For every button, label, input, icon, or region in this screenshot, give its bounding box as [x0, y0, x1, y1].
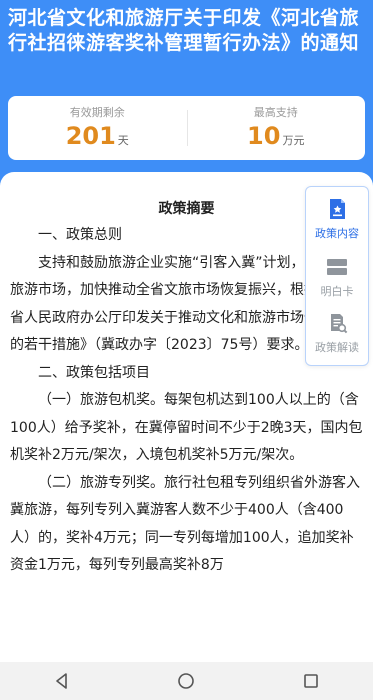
interpretation-icon [331, 314, 348, 334]
paragraph: （一）旅游包机奖。每架包机达到100人以上的（含100人）给予奖补，在冀停留时间… [10, 392, 363, 463]
tab-policy-content-label: 政策内容 [315, 227, 359, 240]
validity-label: 有效期剩余 [69, 106, 125, 119]
back-triangle-icon [56, 673, 67, 689]
max-support-label: 最高支持 [253, 106, 298, 119]
nav-home-button[interactable] [156, 662, 216, 700]
tab-policy-interpretation-label: 政策解读 [315, 341, 359, 354]
stats-card: 有效期剩余 201 天 最高支持 10 万元 [8, 96, 365, 160]
validity-unit: 天 [117, 134, 129, 147]
validity-value: 201 [65, 122, 116, 150]
page-title: 河北省文化和旅游厅关于印发《河北省旅行社招徕游客奖补管理暂行办法》的通知 [8, 7, 360, 54]
max-support-unit: 万元 [282, 134, 305, 147]
side-tab-panel: 政策内容 明白卡 政策解读 [305, 186, 369, 366]
tab-explainer-card-label: 明白卡 [320, 285, 354, 298]
max-support-value: 10 [247, 122, 281, 150]
tab-policy-content[interactable]: 政策内容 [306, 197, 368, 241]
tab-policy-interpretation[interactable]: 政策解读 [306, 311, 368, 355]
validity-stat: 有效期剩余 201 天 [8, 96, 187, 160]
paragraph: （二）旅游专列奖。旅行社包租专列组织省外游客入冀旅游，每列专列入冀游客人数不少于… [10, 474, 360, 574]
card-icon [327, 259, 347, 275]
nav-recent-button[interactable] [281, 662, 341, 700]
policy-document-icon [330, 199, 345, 219]
max-support-stat: 最高支持 10 万元 [186, 96, 366, 160]
nav-back-button[interactable] [32, 662, 92, 700]
home-circle-icon [178, 673, 195, 689]
system-nav-bar [0, 662, 373, 700]
tab-explainer-card[interactable]: 明白卡 [306, 255, 368, 299]
recent-square-icon [304, 674, 318, 688]
